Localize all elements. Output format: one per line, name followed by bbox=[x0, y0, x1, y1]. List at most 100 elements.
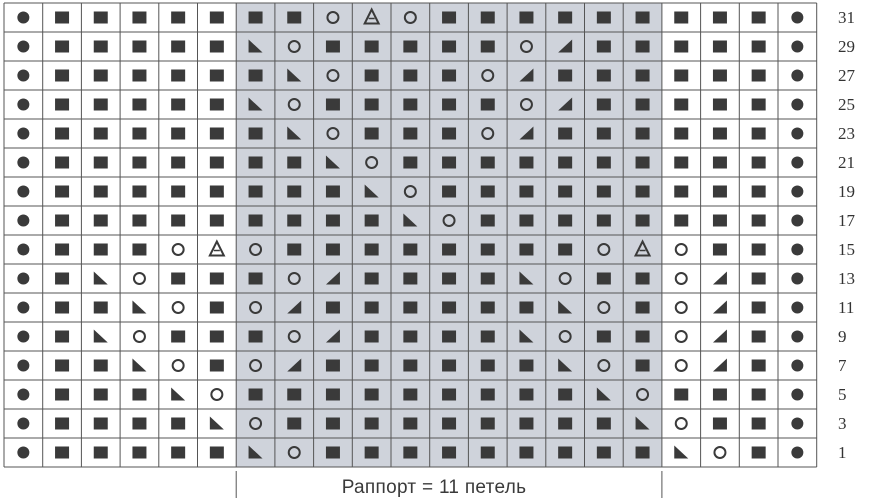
stitch-square bbox=[480, 11, 495, 24]
stitch-square bbox=[325, 214, 340, 227]
stitch-square bbox=[751, 388, 766, 401]
stitch-square bbox=[209, 11, 224, 24]
stitch-square bbox=[171, 40, 186, 53]
stitch-square bbox=[480, 40, 495, 53]
stitch-square bbox=[558, 156, 573, 169]
stitch-square bbox=[364, 301, 379, 314]
row-number: 27 bbox=[838, 66, 855, 85]
stitch-square bbox=[480, 359, 495, 372]
stitch-square bbox=[364, 272, 379, 285]
stitch-square bbox=[442, 446, 457, 459]
stitch-square bbox=[287, 185, 302, 198]
stitch-square bbox=[751, 11, 766, 24]
edge-dot bbox=[17, 417, 30, 430]
stitch-square bbox=[55, 214, 70, 227]
stitch-square bbox=[635, 69, 650, 82]
repeat-caption: Раппорт = 11 петель bbox=[341, 477, 527, 498]
stitch-square bbox=[403, 417, 418, 430]
edge-dot bbox=[17, 40, 30, 53]
stitch-square bbox=[248, 69, 263, 82]
stitch-square bbox=[596, 98, 611, 111]
yarn-over-circle bbox=[132, 272, 146, 285]
edge-dot bbox=[791, 330, 804, 343]
stitch-square bbox=[442, 272, 457, 285]
yarn-over-circle bbox=[132, 330, 146, 343]
stitch-square bbox=[93, 98, 108, 111]
stitch-square bbox=[132, 388, 147, 401]
stitch-square bbox=[55, 330, 70, 343]
double-decrease-icon bbox=[208, 239, 226, 257]
stitch-square bbox=[55, 301, 70, 314]
stitch-square bbox=[635, 40, 650, 53]
stitch-square bbox=[480, 330, 495, 343]
row-number: 19 bbox=[838, 182, 855, 201]
stitch-square bbox=[442, 69, 457, 82]
stitch-square bbox=[93, 446, 108, 459]
stitch-square bbox=[132, 446, 147, 459]
stitch-square bbox=[751, 301, 766, 314]
stitch-square bbox=[480, 156, 495, 169]
stitch-square bbox=[364, 359, 379, 372]
stitch-square bbox=[558, 185, 573, 198]
yarn-over-circle bbox=[713, 446, 727, 459]
stitch-square bbox=[55, 11, 70, 24]
stitch-square bbox=[403, 272, 418, 285]
edge-dot bbox=[791, 417, 804, 430]
stitch-square bbox=[751, 214, 766, 227]
stitch-square bbox=[442, 185, 457, 198]
stitch-square bbox=[712, 156, 727, 169]
row-number: 11 bbox=[838, 298, 855, 317]
stitch-square bbox=[519, 11, 534, 24]
stitch-square bbox=[635, 214, 650, 227]
stitch-square bbox=[403, 127, 418, 140]
edge-dot bbox=[17, 330, 30, 343]
edge-dot bbox=[17, 214, 30, 227]
stitch-square bbox=[248, 388, 263, 401]
row-number: 3 bbox=[838, 414, 847, 433]
stitch-square bbox=[287, 243, 302, 256]
stitch-square bbox=[558, 243, 573, 256]
stitch-square bbox=[364, 214, 379, 227]
stitch-square bbox=[248, 272, 263, 285]
stitch-square bbox=[248, 214, 263, 227]
edge-dot bbox=[791, 156, 804, 169]
stitch-square bbox=[674, 98, 689, 111]
stitch-square bbox=[132, 40, 147, 53]
stitch-square bbox=[209, 40, 224, 53]
stitch-square bbox=[442, 11, 457, 24]
stitch-square bbox=[209, 301, 224, 314]
edge-dot bbox=[791, 214, 804, 227]
stitch-square bbox=[596, 185, 611, 198]
stitch-square bbox=[403, 301, 418, 314]
stitch-square bbox=[442, 388, 457, 401]
stitch-square bbox=[558, 446, 573, 459]
stitch-square bbox=[171, 272, 186, 285]
stitch-square bbox=[480, 272, 495, 285]
stitch-square bbox=[635, 185, 650, 198]
stitch-square bbox=[712, 388, 727, 401]
right-decrease-icon bbox=[712, 271, 727, 285]
stitch-square bbox=[325, 417, 340, 430]
stitch-square bbox=[171, 214, 186, 227]
yarn-over-circle bbox=[171, 243, 185, 256]
stitch-square bbox=[674, 388, 689, 401]
stitch-square bbox=[751, 243, 766, 256]
stitch-square bbox=[364, 69, 379, 82]
stitch-square bbox=[55, 417, 70, 430]
stitch-square bbox=[480, 98, 495, 111]
stitch-square bbox=[287, 214, 302, 227]
stitch-square bbox=[171, 185, 186, 198]
stitch-square bbox=[55, 359, 70, 372]
stitch-square bbox=[480, 446, 495, 459]
stitch-square bbox=[635, 127, 650, 140]
stitch-square bbox=[712, 69, 727, 82]
stitch-square bbox=[519, 301, 534, 314]
stitch-square bbox=[325, 243, 340, 256]
edge-dot bbox=[791, 301, 804, 314]
stitch-square bbox=[751, 127, 766, 140]
stitch-square bbox=[635, 359, 650, 372]
stitch-square bbox=[519, 214, 534, 227]
yarn-over-circle bbox=[674, 272, 688, 285]
stitch-square bbox=[519, 417, 534, 430]
row-number: 1 bbox=[838, 443, 847, 462]
